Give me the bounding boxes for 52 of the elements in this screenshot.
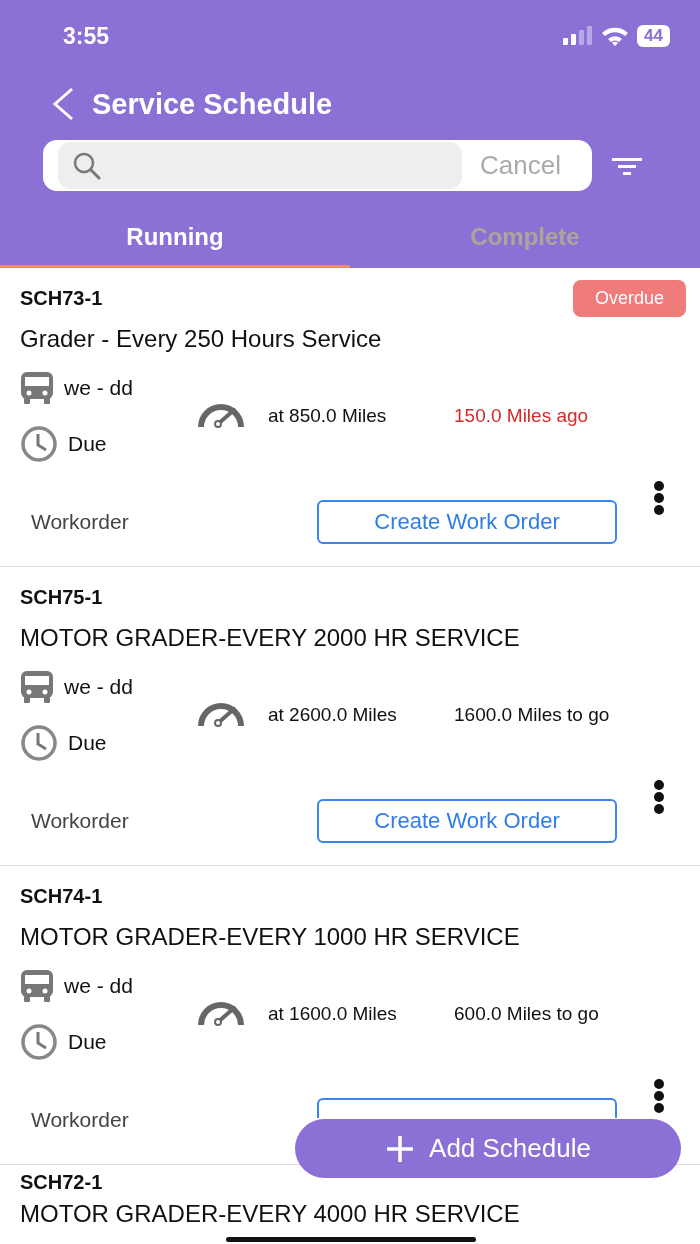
workorder-label: Workorder (30, 1108, 130, 1132)
create-work-order-button[interactable] (317, 1098, 617, 1118)
search-icon (72, 150, 102, 181)
meter-reading: at 850.0 Miles (268, 405, 388, 427)
more-icon[interactable] (653, 779, 665, 815)
status-badge: Overdue (572, 279, 686, 317)
clock-icon (20, 724, 58, 762)
meter-reading: at 2600.0 Miles (268, 704, 398, 726)
workorder-label: Workorder (30, 510, 130, 534)
gauge-icon (198, 703, 244, 727)
more-icon[interactable] (653, 1078, 665, 1114)
vehicle-name: we - dd (64, 675, 133, 699)
due-label: Due (68, 432, 107, 456)
schedule-title: MOTOR GRADER-EVERY 4000 HR SERVICE (20, 1199, 521, 1229)
status-time: 3:55 (63, 22, 110, 50)
tab[interactable]: Running (0, 208, 350, 268)
battery-indicator: 44 (637, 25, 670, 47)
clock-icon (20, 425, 58, 463)
clock-icon (20, 1023, 58, 1061)
bus-icon (20, 670, 54, 704)
schedule-title: Grader - Every 250 Hours Service (20, 324, 383, 354)
remaining-distance: 600.0 Miles to go (454, 1003, 599, 1025)
create-work-order-button[interactable]: Create Work Order (317, 500, 617, 544)
schedule-title: MOTOR GRADER-EVERY 2000 HR SERVICE (20, 623, 521, 653)
schedule-id: SCH73-1 (20, 286, 103, 310)
screen-title: Service Schedule (92, 87, 333, 121)
vehicle-name: we - dd (64, 376, 133, 400)
create-work-order-button[interactable]: Create Work Order (317, 799, 617, 843)
search-field[interactable] (58, 142, 462, 189)
remaining-distance: 150.0 Miles ago (454, 405, 589, 427)
bus-icon (20, 969, 54, 1003)
schedule-id: SCH75-1 (20, 585, 103, 609)
signal-icon (563, 26, 594, 46)
wifi-icon (601, 26, 630, 46)
schedule-id: SCH74-1 (20, 884, 103, 908)
vehicle-name: we - dd (64, 974, 133, 998)
gauge-icon (198, 1002, 244, 1026)
more-icon[interactable] (653, 480, 665, 516)
remaining-distance: 1600.0 Miles to go (454, 704, 610, 726)
schedule-id: SCH72-1 (20, 1170, 103, 1194)
due-label: Due (68, 731, 107, 755)
plus-icon (385, 1133, 416, 1164)
add-schedule-button[interactable]: Add Schedule (295, 1119, 681, 1178)
workorder-label: Workorder (30, 809, 130, 833)
bus-icon (20, 371, 54, 405)
schedule-title: MOTOR GRADER-EVERY 1000 HR SERVICE (20, 922, 521, 952)
back-icon[interactable] (51, 87, 75, 121)
filter-icon[interactable] (612, 155, 642, 176)
cancel-button[interactable]: Cancel (480, 150, 561, 181)
meter-reading: at 1600.0 Miles (268, 1003, 398, 1025)
due-label: Due (68, 1030, 107, 1054)
gauge-icon (198, 404, 244, 428)
